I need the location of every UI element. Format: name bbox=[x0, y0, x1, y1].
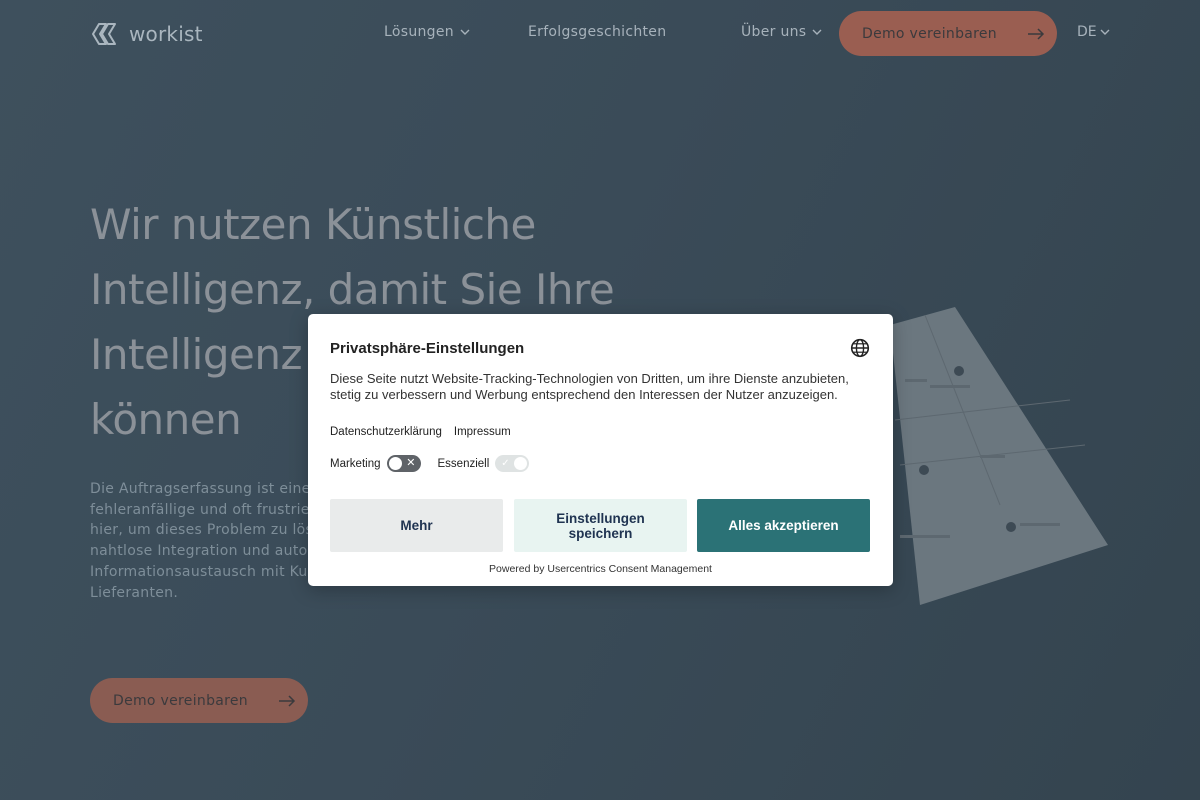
chevron-down-icon bbox=[460, 29, 470, 35]
imprint-link[interactable]: Impressum bbox=[454, 426, 511, 438]
hero-title-line: Wir nutzen Künstliche bbox=[90, 200, 536, 249]
arrow-right-icon bbox=[278, 694, 296, 707]
nav-item-label: Über uns bbox=[741, 24, 807, 40]
marketing-toggle[interactable]: ✕ bbox=[386, 455, 421, 472]
save-settings-button[interactable]: Einstellungen speichern bbox=[514, 499, 687, 552]
consent-links: Datenschutzerklärung Impressum bbox=[330, 426, 511, 438]
page-background: workist Lösungen Erfolgsgeschichten Über… bbox=[0, 0, 1200, 800]
workist-logo-icon bbox=[92, 23, 116, 45]
toggle-knob bbox=[388, 457, 402, 470]
more-button[interactable]: Mehr bbox=[330, 499, 503, 552]
hero-demo-button[interactable]: Demo vereinbaren bbox=[90, 678, 308, 723]
toggle-knob bbox=[514, 457, 528, 470]
language-label: DE bbox=[1077, 24, 1097, 40]
nav-item-label: Lösungen bbox=[384, 24, 454, 40]
nav-item-label: Erfolgsgeschichten bbox=[528, 24, 667, 40]
top-navigation: workist Lösungen Erfolgsgeschichten Über… bbox=[0, 0, 1200, 68]
consent-toggles: Marketing ✕ Essenziell ✓ bbox=[330, 455, 530, 472]
hero-demo-label: Demo vereinbaren bbox=[113, 692, 248, 709]
accept-all-button[interactable]: Alles akzeptieren bbox=[697, 499, 870, 552]
nav-demo-button[interactable]: Demo vereinbaren bbox=[839, 11, 1057, 56]
essential-toggle: ✓ bbox=[495, 455, 530, 472]
chevron-down-icon bbox=[812, 29, 822, 35]
consent-dialog: Privatsphäre-Einstellungen Diese Seite n… bbox=[308, 314, 893, 586]
hero-title-line: Intelligenz, damit Sie Ihre bbox=[90, 265, 615, 314]
check-icon: ✓ bbox=[501, 458, 510, 469]
workist-logo[interactable]: workist bbox=[89, 20, 203, 48]
chevron-down-icon bbox=[1100, 29, 1110, 35]
privacy-policy-link[interactable]: Datenschutzerklärung bbox=[330, 426, 442, 438]
nav-item-erfolgsgeschichten[interactable]: Erfolgsgeschichten bbox=[528, 24, 666, 40]
powered-by-text: Powered by Usercentrics Consent Manageme… bbox=[489, 563, 712, 575]
nav-demo-label: Demo vereinbaren bbox=[862, 25, 997, 42]
essential-toggle-label: Essenziell bbox=[437, 457, 490, 470]
save-settings-label: Einstellungen speichern bbox=[556, 510, 645, 541]
consent-description: Diese Seite nutzt Website-Tracking-Techn… bbox=[330, 371, 849, 402]
globe-icon[interactable] bbox=[850, 338, 870, 358]
document-illustration bbox=[890, 307, 1108, 605]
nav-item-loesungen[interactable]: Lösungen bbox=[384, 24, 470, 40]
close-x-icon: ✕ bbox=[406, 457, 416, 469]
marketing-toggle-label: Marketing bbox=[330, 457, 381, 470]
arrow-right-icon bbox=[1027, 27, 1045, 40]
nav-item-ueber-uns[interactable]: Über uns bbox=[741, 24, 822, 40]
language-selector[interactable]: DE bbox=[1077, 24, 1110, 40]
consent-title: Privatsphäre-Einstellungen bbox=[330, 340, 525, 357]
logo-text: workist bbox=[129, 22, 203, 46]
